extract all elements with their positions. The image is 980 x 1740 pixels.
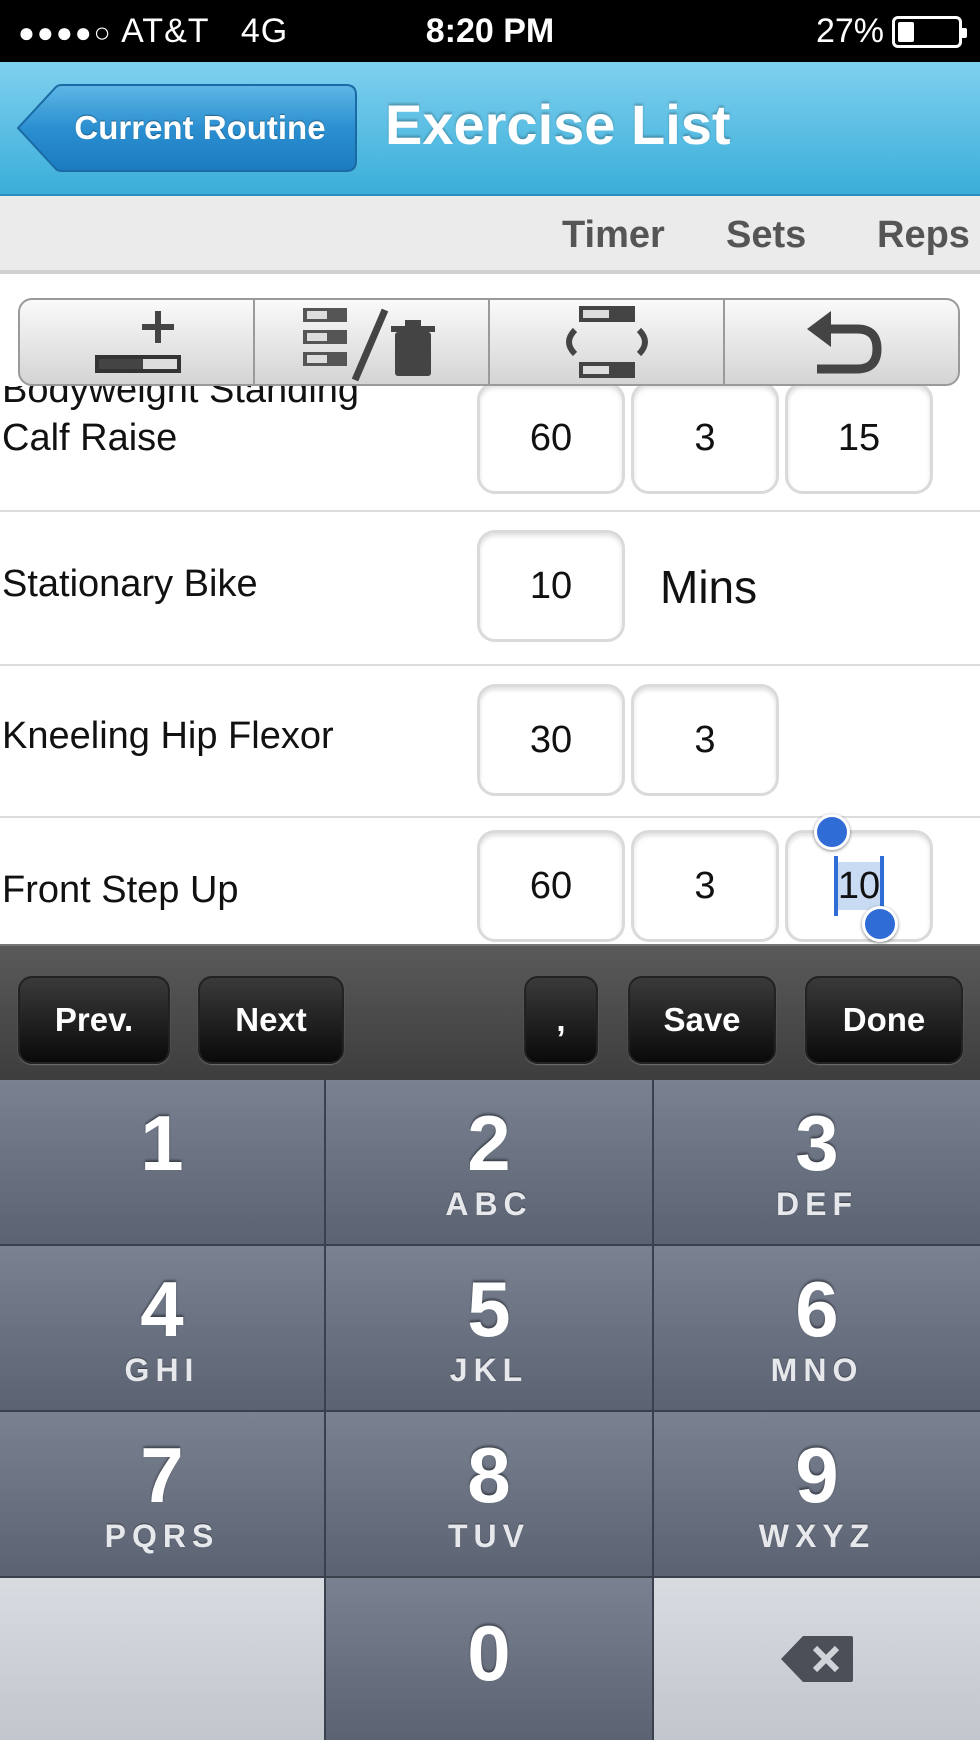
column-reps: Reps (877, 214, 970, 256)
text-selection[interactable]: 10 (833, 856, 885, 916)
battery-status: 27% (815, 12, 967, 51)
reorder-delete-icon (302, 308, 435, 382)
selection-start-handle[interactable] (814, 814, 850, 850)
key-3-letters: DEF (776, 1186, 858, 1222)
numeric-keypad: 1 2 ABC 3 DEF 4 GHI 5 JKL 6 MNO 7 PQRS 8… (0, 1080, 980, 1740)
done-button[interactable]: Done (805, 976, 963, 1064)
selection-start-caret (833, 856, 838, 916)
key-blank (0, 1578, 326, 1740)
exercise-name: Stationary Bike (2, 563, 258, 605)
key-3-digit: 3 (795, 1099, 839, 1187)
key-8[interactable]: 8 TUV (326, 1412, 654, 1578)
reps-field-active[interactable]: 10 (785, 830, 933, 942)
key-0-digit: 0 (467, 1609, 511, 1697)
sets-field[interactable]: 3 (631, 386, 779, 494)
key-9-digit: 9 (795, 1431, 839, 1519)
exercise-row[interactable]: Bodyweight Standing Calf Raise 60 3 15 (0, 386, 980, 512)
exercise-name-line1: Bodyweight Standing (2, 386, 360, 411)
key-1-digit: 1 (140, 1099, 184, 1187)
key-6[interactable]: 6 MNO (654, 1246, 980, 1412)
swap-button[interactable] (490, 300, 725, 384)
add-exercise-icon (94, 311, 181, 373)
next-button[interactable]: Next (198, 976, 344, 1064)
key-7-letters: PQRS (104, 1518, 220, 1554)
exercise-row[interactable]: Stationary Bike 10 Mins (0, 512, 980, 666)
timer-unit: Mins (660, 561, 758, 613)
key-2[interactable]: 2 ABC (326, 1080, 654, 1246)
battery-percent: 27% (815, 12, 884, 50)
key-7-digit: 7 (140, 1431, 184, 1519)
key-5-digit: 5 (467, 1265, 511, 1353)
timer-field[interactable]: 60 (477, 386, 625, 494)
key-7[interactable]: 7 PQRS (0, 1412, 326, 1578)
comma-button[interactable]: , (524, 976, 598, 1064)
key-8-letters: TUV (448, 1518, 530, 1554)
column-timer: Timer (562, 214, 665, 256)
key-8-digit: 8 (467, 1431, 511, 1519)
page-title: Exercise List (385, 93, 731, 156)
key-3[interactable]: 3 DEF (654, 1080, 980, 1246)
exercise-name: Front Step Up (2, 869, 239, 911)
key-1[interactable]: 1 (0, 1080, 326, 1246)
key-5[interactable]: 5 JKL (326, 1246, 654, 1412)
sets-field[interactable]: 3 (631, 684, 779, 796)
key-9[interactable]: 9 WXYZ (654, 1412, 980, 1578)
exercise-row[interactable]: Front Step Up 60 3 10 (0, 814, 980, 946)
sets-field[interactable]: 3 (631, 830, 779, 942)
edit-toolbar (18, 298, 960, 386)
key-9-letters: WXYZ (758, 1518, 876, 1554)
key-2-digit: 2 (467, 1099, 511, 1187)
save-button[interactable]: Save (628, 976, 776, 1064)
exercise-row[interactable]: Kneeling Hip Flexor 30 3 (0, 666, 980, 818)
column-sets: Sets (726, 214, 807, 256)
status-bar: ●●●●○ AT&T 4G 8:20 PM 27% (0, 0, 980, 62)
key-4-digit: 4 (140, 1265, 184, 1353)
add-exercise-button[interactable] (20, 300, 255, 384)
back-button-label: Current Routine (74, 109, 326, 146)
prev-button[interactable]: Prev. (18, 976, 170, 1064)
delete-key[interactable] (654, 1578, 980, 1740)
key-4-letters: GHI (124, 1352, 200, 1388)
timer-field[interactable]: 10 (477, 530, 625, 642)
key-6-digit: 6 (795, 1265, 839, 1353)
key-0[interactable]: 0 (326, 1578, 654, 1740)
key-5-letters: JKL (449, 1352, 529, 1388)
reps-value: 10 (837, 865, 881, 907)
key-2-letters: ABC (445, 1186, 533, 1222)
reps-field[interactable]: 15 (785, 386, 933, 494)
reorder-delete-button[interactable] (255, 300, 490, 384)
key-6-letters: MNO (770, 1352, 864, 1388)
navigation-bar: Current Routine Exercise List (0, 62, 980, 196)
selection-end-handle[interactable] (862, 906, 898, 942)
timer-field[interactable]: 30 (477, 684, 625, 796)
keyboard-accessory-bar: Prev. Next , Save Done (0, 944, 980, 1080)
timer-field[interactable]: 60 (477, 830, 625, 942)
exercise-name-line2: Calf Raise (2, 417, 178, 459)
undo-button[interactable] (725, 300, 958, 384)
undo-icon (806, 311, 882, 374)
column-header: Timer Sets Reps (0, 196, 980, 274)
exercise-list: Bodyweight Standing Calf Raise 60 3 15 S… (0, 386, 980, 946)
battery-icon (892, 15, 967, 48)
backspace-icon (781, 1636, 853, 1682)
swap-icon (565, 306, 648, 378)
exercise-name: Bodyweight Standing Calf Raise (2, 386, 359, 462)
exercise-name: Kneeling Hip Flexor (2, 715, 334, 757)
back-button[interactable]: Current Routine (16, 84, 358, 172)
key-4[interactable]: 4 GHI (0, 1246, 326, 1412)
